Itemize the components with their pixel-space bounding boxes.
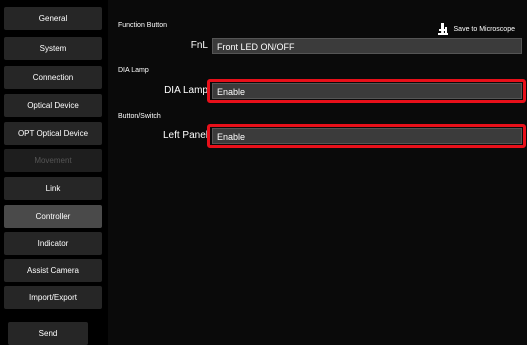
sidebar-item-import-export[interactable]: Import/Export xyxy=(4,286,102,309)
sidebar-item-assist-camera[interactable]: Assist Camera xyxy=(4,259,102,282)
sidebar-item-system[interactable]: System xyxy=(4,37,102,60)
dia-lamp-label: DIA Lamp xyxy=(164,85,208,96)
sidebar: General System Connection Optical Device… xyxy=(0,0,108,345)
section-function-button: Function Button xyxy=(118,22,168,29)
sidebar-item-connection[interactable]: Connection xyxy=(4,66,102,89)
sidebar-item-optical-device[interactable]: Optical Device xyxy=(4,94,102,117)
save-to-microscope-button[interactable]: Save to Microscope xyxy=(436,22,515,36)
sidebar-item-controller[interactable]: Controller xyxy=(4,205,102,228)
send-button[interactable]: Send xyxy=(8,322,88,345)
microscope-icon xyxy=(437,23,448,35)
left-panel-label: Left Panel xyxy=(162,130,208,141)
sidebar-item-link[interactable]: Link xyxy=(4,177,102,200)
sidebar-item-general[interactable]: General xyxy=(4,7,102,30)
section-dia-lamp: DIA Lamp xyxy=(118,67,149,74)
sidebar-item-movement: Movement xyxy=(4,149,102,172)
dia-lamp-highlight xyxy=(207,79,526,103)
fnl-select[interactable]: Front LED ON/OFF xyxy=(212,38,522,54)
fnl-label: FnL xyxy=(190,40,208,51)
main-panel: Function Button Save to Microscope FnL F… xyxy=(108,0,527,345)
save-to-microscope-label: Save to Microscope xyxy=(453,25,515,33)
sidebar-item-opt-optical-device[interactable]: OPT Optical Device xyxy=(4,122,102,145)
left-panel-highlight xyxy=(207,124,526,148)
sidebar-item-indicator[interactable]: Indicator xyxy=(4,232,102,255)
section-button-switch: Button/Switch xyxy=(118,113,161,120)
